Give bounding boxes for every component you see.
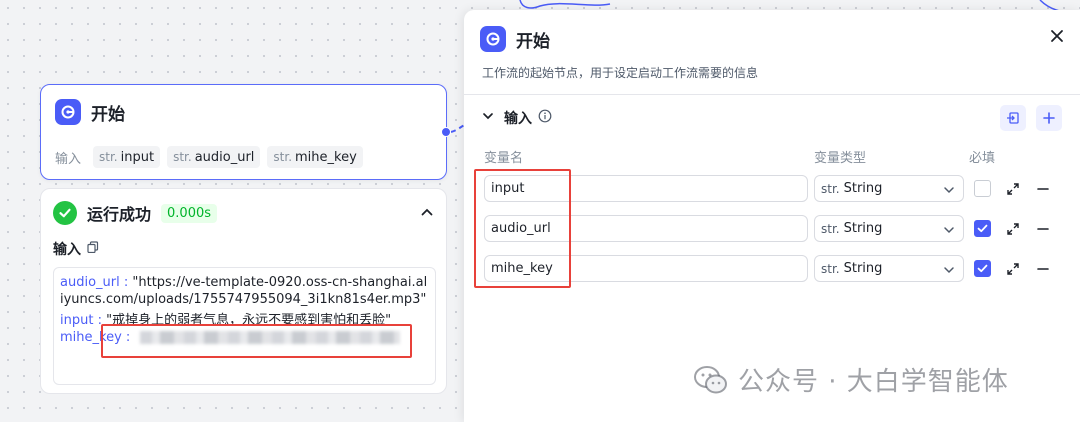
variable-row: str. String — [484, 255, 1064, 283]
start-node-icon — [480, 26, 506, 52]
run-status: 运行成功 — [87, 205, 152, 224]
var-chip-name: input — [120, 149, 155, 165]
start-node-icon — [55, 99, 81, 125]
run-input-label: 输入 — [53, 242, 81, 258]
chevron-down-icon — [944, 267, 954, 274]
column-header-required: 必填 — [969, 151, 996, 166]
panel-divider — [464, 94, 1080, 95]
type-value: String — [843, 261, 883, 276]
type-prefix: str. — [821, 261, 840, 276]
expand-icon[interactable] — [1006, 261, 1020, 280]
chevron-down-icon — [944, 187, 954, 194]
start-node-header: 开始 — [55, 99, 125, 125]
type-prefix: str. — [821, 221, 840, 236]
column-header-type: 变量类型 — [814, 151, 867, 166]
var-chip-type: str. — [99, 150, 118, 164]
start-node-vars: 输入 str. input str. audio_url str. mihe_key — [55, 146, 370, 168]
json-separator: : — [119, 275, 133, 290]
start-node-card[interactable]: 开始 输入 str. input str. audio_url str. mihe_k… — [40, 84, 447, 180]
checkmark-icon — [977, 264, 988, 273]
chevron-down-icon — [944, 227, 954, 234]
var-chip-type: str. — [173, 150, 192, 164]
required-checkbox[interactable] — [974, 180, 991, 197]
plus-icon — [1043, 112, 1055, 124]
import-variables-button[interactable] — [1000, 105, 1026, 131]
remove-icon[interactable] — [1036, 181, 1050, 200]
start-node-title: 开始 — [91, 104, 125, 125]
type-value: String — [843, 221, 883, 236]
var-chip-audio-url: str. audio_url — [167, 146, 261, 168]
panel-title: 开始 — [516, 31, 550, 52]
checkmark-icon — [977, 224, 988, 233]
variable-type-select[interactable]: str. String — [814, 175, 964, 202]
column-header-name: 变量名 — [484, 151, 524, 166]
chevron-up-icon[interactable] — [420, 204, 434, 223]
close-icon[interactable] — [1050, 28, 1064, 47]
var-chip-name: mihe_key — [295, 149, 357, 165]
input-section-header[interactable]: 输入 — [482, 108, 552, 128]
json-key: audio_url — [60, 275, 120, 290]
json-key: input — [60, 313, 94, 328]
panel-header: 开始 — [480, 26, 550, 52]
variable-type-select[interactable]: str. String — [814, 215, 964, 242]
highlight-box-input-value — [101, 324, 412, 358]
var-chip-input: str. input — [93, 146, 161, 168]
var-chip-mihe-key: str. mihe_key — [267, 146, 363, 168]
info-icon[interactable] — [538, 109, 552, 127]
remove-icon[interactable] — [1036, 261, 1050, 280]
variable-row: str. String — [484, 175, 1064, 203]
chevron-down-icon[interactable] — [482, 110, 494, 126]
add-variable-button[interactable] — [1036, 105, 1062, 131]
run-result-header: 运行成功 0.000s — [53, 201, 218, 225]
variable-type-select[interactable]: str. String — [814, 255, 964, 282]
success-check-icon — [53, 201, 77, 225]
var-chip-name: audio_url — [194, 149, 255, 165]
copy-icon[interactable] — [87, 241, 99, 257]
import-icon — [1007, 112, 1019, 124]
required-checkbox[interactable] — [974, 220, 991, 237]
watermark: 公众号 · 大白学智能体 — [694, 361, 1009, 398]
run-result-card: 运行成功 0.000s 输入 audio_url : "https://ve-t… — [40, 188, 447, 394]
remove-icon[interactable] — [1036, 221, 1050, 240]
variable-row: str. String — [484, 215, 1064, 243]
expand-icon[interactable] — [1006, 221, 1020, 240]
input-section-title: 输入 — [504, 111, 532, 127]
type-value: String — [843, 181, 883, 196]
type-prefix: str. — [821, 181, 840, 196]
json-entry-audio-url: audio_url : "https://ve-template-0920.os… — [60, 274, 429, 308]
run-time-badge: 0.000s — [161, 203, 218, 223]
expand-icon[interactable] — [1006, 181, 1020, 200]
panel-description: 工作流的起始节点，用于设定启动工作流需要的信息 — [482, 66, 759, 80]
var-chip-type: str. — [273, 150, 293, 164]
required-checkbox[interactable] — [974, 260, 991, 277]
start-node-vars-label: 输入 — [55, 151, 82, 167]
node-output-port[interactable] — [441, 127, 451, 137]
watermark-text: 公众号 · 大白学智能体 — [738, 367, 1009, 397]
highlight-box-variable-names — [474, 169, 571, 288]
wechat-icon — [694, 365, 727, 393]
run-input-heading: 输入 — [53, 239, 99, 259]
